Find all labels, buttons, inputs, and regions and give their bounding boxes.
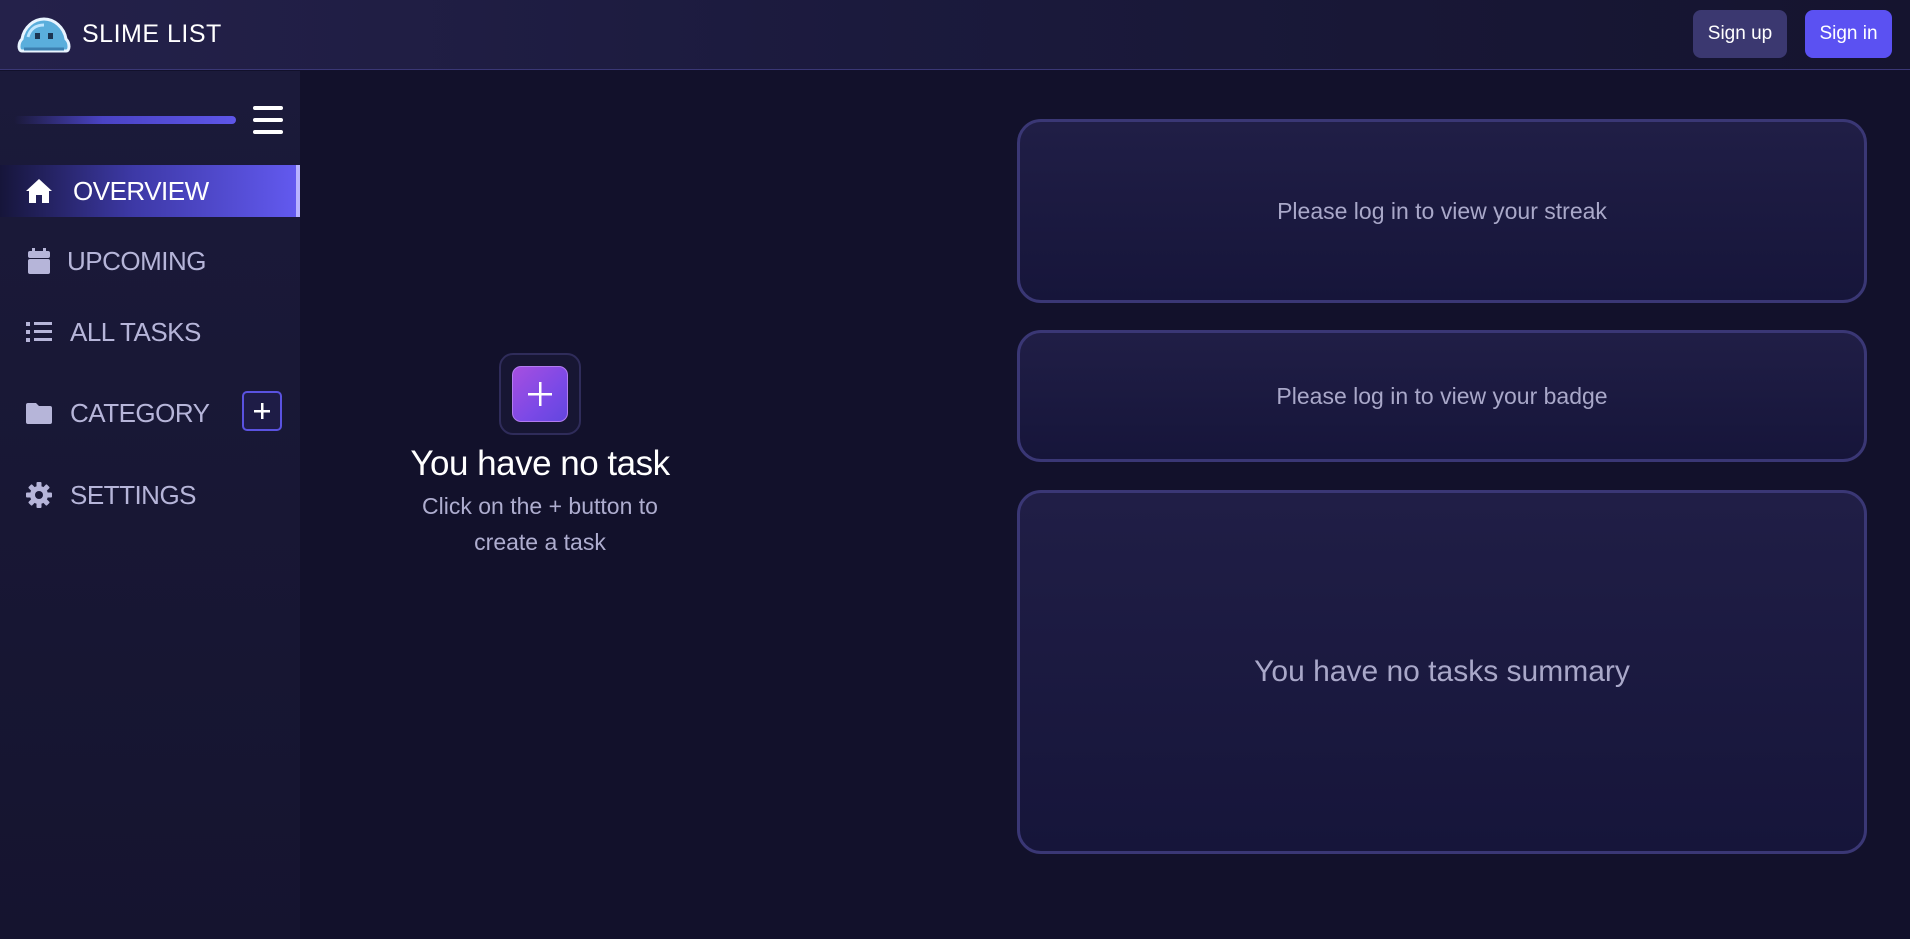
empty-state-subtitle: Click on the + button to create a task xyxy=(422,493,658,555)
gear-icon xyxy=(24,480,54,510)
sidebar-item-settings[interactable]: SETTINGS xyxy=(0,469,300,521)
brand[interactable]: SLIME LIST xyxy=(16,13,222,57)
calendar-icon xyxy=(24,246,54,276)
add-task-button[interactable] xyxy=(499,353,581,435)
hamburger-icon[interactable] xyxy=(253,106,283,134)
sidebar-item-label: CATEGORY xyxy=(70,397,210,428)
sidebar: OVERVIEW UPCOMING ALL TASKS CATEGORY SET… xyxy=(0,71,300,939)
sidebar-item-all-tasks[interactable]: ALL TASKS xyxy=(0,306,300,358)
badge-card: Please log in to view your badge xyxy=(1017,330,1867,462)
sidebar-item-overview[interactable]: OVERVIEW xyxy=(0,165,300,217)
sidebar-item-upcoming[interactable]: UPCOMING xyxy=(0,235,300,287)
sidebar-item-label: SETTINGS xyxy=(70,479,197,510)
streak-card: Please log in to view your streak xyxy=(1017,119,1867,303)
header-actions: Sign up Sign in xyxy=(1693,10,1892,58)
home-icon xyxy=(24,176,54,206)
sidebar-item-label: OVERVIEW xyxy=(73,175,209,206)
list-icon xyxy=(24,317,54,347)
plus-icon xyxy=(528,382,552,406)
sign-up-button[interactable]: Sign up xyxy=(1693,10,1787,58)
brand-name: SLIME LIST xyxy=(82,20,222,48)
tasks-summary-card: You have no tasks summary xyxy=(1017,490,1867,854)
main-content: You have no task Click on the + button t… xyxy=(300,71,1910,939)
plus-icon xyxy=(254,403,270,419)
folder-icon xyxy=(24,398,54,428)
empty-task-state: You have no task Click on the + button t… xyxy=(390,353,690,560)
add-task-button-inner xyxy=(512,366,568,422)
streak-message: Please log in to view your streak xyxy=(1277,197,1607,224)
add-category-button[interactable] xyxy=(242,391,282,431)
slime-logo-icon xyxy=(17,16,71,52)
sidebar-item-label: ALL TASKS xyxy=(70,316,201,347)
sidebar-accent-bar xyxy=(14,116,236,124)
sign-in-button[interactable]: Sign in xyxy=(1805,10,1892,58)
empty-state-title: You have no task xyxy=(410,444,670,483)
sidebar-item-label: UPCOMING xyxy=(67,245,207,276)
top-header: SLIME LIST Sign up Sign in xyxy=(0,0,1910,70)
badge-message: Please log in to view your badge xyxy=(1276,382,1608,409)
tasks-summary-message: You have no tasks summary xyxy=(1254,655,1630,688)
